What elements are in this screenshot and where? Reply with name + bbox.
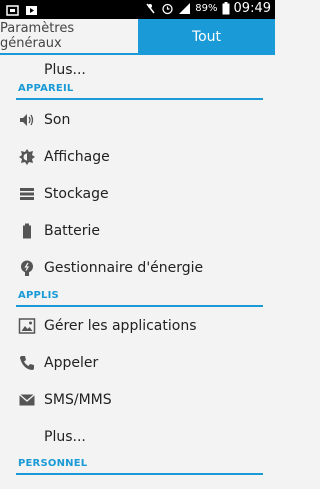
section-title: APPAREIL	[18, 83, 74, 94]
list-item-label: Batterie	[44, 222, 101, 239]
list-item-manage-apps[interactable]: Gérer les applications	[0, 307, 275, 344]
list-item-sound[interactable]: Son	[0, 101, 275, 138]
alarm-icon	[161, 2, 174, 15]
list-item-sms-mms[interactable]: SMS/MMS	[0, 381, 275, 418]
list-item-storage[interactable]: Stockage	[0, 175, 275, 212]
phone-icon	[18, 354, 36, 372]
tab-all[interactable]: Tout	[138, 19, 275, 55]
section-divider	[16, 98, 263, 100]
section-divider	[16, 473, 263, 475]
list-item-label: Gérer les applications	[44, 317, 197, 334]
list-item-label: Gestionnaire d'énergie	[44, 259, 204, 276]
storage-icon	[18, 185, 36, 203]
section-header-personal: PERSONNEL	[16, 458, 263, 476]
list-item-more-apps[interactable]: Plus...	[0, 418, 275, 455]
list-item-label: Plus...	[44, 62, 86, 78]
tab-bar: Paramètres généraux Tout	[0, 19, 275, 55]
tab-label: Paramètres généraux	[0, 21, 75, 51]
envelope-icon	[18, 391, 36, 409]
apps-icon	[18, 317, 36, 335]
mute-icon	[144, 2, 157, 15]
battery-percent: 89%	[195, 3, 218, 14]
list-item-power-manager[interactable]: Gestionnaire d'énergie	[0, 249, 275, 286]
signal-icon	[178, 2, 191, 15]
power-manager-icon	[18, 259, 36, 277]
list-item-display[interactable]: Affichage	[0, 138, 275, 175]
clock: 09:49	[233, 1, 271, 16]
list-item-label: Affichage	[44, 148, 110, 165]
list-item-label: Appeler	[44, 354, 99, 371]
brightness-icon	[18, 148, 36, 166]
list-item-label: Stockage	[44, 185, 109, 202]
battery-icon	[222, 2, 230, 15]
tab-general-settings[interactable]: Paramètres généraux	[0, 19, 138, 55]
list-item-label: Plus...	[44, 428, 86, 445]
list-item-label: Son	[44, 111, 71, 128]
list-item-label: SMS/MMS	[44, 391, 112, 408]
section-title: PERSONNEL	[18, 458, 88, 469]
tab-label: Tout	[191, 29, 222, 45]
media-icon	[25, 2, 38, 15]
battery-icon	[18, 222, 36, 240]
list-item-more-top[interactable]: Plus...	[0, 55, 275, 85]
list-item-battery[interactable]: Batterie	[0, 212, 275, 249]
list-item-call[interactable]: Appeler	[0, 344, 275, 381]
speaker-icon	[18, 111, 36, 129]
section-header-apps: APPLIS	[16, 290, 263, 308]
status-bar: 89% 09:49	[0, 0, 275, 19]
section-title: APPLIS	[18, 290, 59, 301]
usb-icon	[6, 2, 19, 16]
section-header-device: APPAREIL	[16, 83, 263, 101]
